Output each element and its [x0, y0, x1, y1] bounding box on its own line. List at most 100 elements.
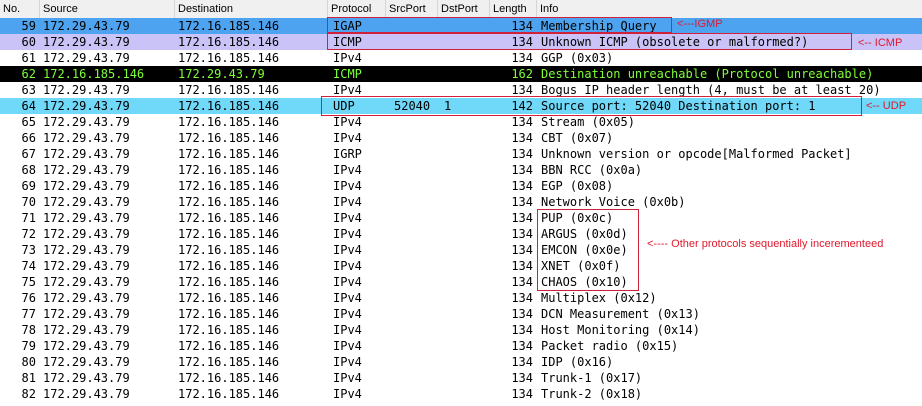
packet-length: 134	[511, 307, 533, 321]
packet-length: 134	[511, 339, 533, 353]
packet-number: 65	[21, 115, 36, 129]
packet-protocol: IPv4	[333, 179, 362, 193]
packet-destination: 172.16.185.146	[178, 323, 280, 337]
packet-number: 74	[21, 259, 36, 273]
packet-protocol: IPv4	[333, 371, 362, 385]
packet-row[interactable]: 78 172.29.43.79 172.16.185.146 IPv4 134 Host …	[0, 322, 922, 338]
packet-number: 78	[21, 323, 36, 337]
packet-protocol: IPv4	[333, 195, 362, 209]
packet-destination: 172.16.185.146	[178, 355, 280, 369]
packet-row[interactable]: 74 172.29.43.79 172.16.185.146 IPv4 134 XNET …	[0, 258, 922, 274]
packet-row[interactable]: 76 172.29.43.79 172.16.185.146 IPv4 134 Multi…	[0, 290, 922, 306]
packet-row[interactable]: 70 172.29.43.79 172.16.185.146 IPv4 134 Netwo…	[0, 194, 922, 210]
packet-row[interactable]: 62 172.16.185.146 172.29.43.79 ICMP 162 Desti…	[0, 66, 922, 82]
packet-info: Stream (0x05)	[541, 115, 635, 129]
packet-source: 172.29.43.79	[43, 243, 130, 257]
packet-destination: 172.16.185.146	[178, 163, 280, 177]
packet-protocol: IPv4	[333, 227, 362, 241]
packet-number: 75	[21, 275, 36, 289]
column-header-info[interactable]: Info	[537, 0, 922, 18]
packet-destination: 172.16.185.146	[178, 227, 280, 241]
column-header-length[interactable]: Length	[490, 0, 537, 18]
icmp-annotation: <-- ICMP	[858, 37, 903, 49]
packet-row[interactable]: 61 172.29.43.79 172.16.185.146 IPv4 134 GGP (…	[0, 50, 922, 66]
packet-row[interactable]: 66 172.29.43.79 172.16.185.146 IPv4 134 CBT (…	[0, 130, 922, 146]
packet-info: BBN RCC (0x0a)	[541, 163, 643, 177]
packet-length: 134	[511, 259, 533, 273]
packet-row[interactable]: 65 172.29.43.79 172.16.185.146 IPv4 134 Strea…	[0, 114, 922, 130]
packet-number: 81	[21, 371, 36, 385]
packet-row[interactable]: 69 172.29.43.79 172.16.185.146 IPv4 134 EGP (…	[0, 178, 922, 194]
other-protocols-annotation: <---- Other protocols sequentially incer…	[647, 238, 884, 250]
packet-info: Host Monitoring (0x14)	[541, 323, 700, 337]
packet-row[interactable]: 71 172.29.43.79 172.16.185.146 IPv4 134 PUP (…	[0, 210, 922, 226]
packet-length: 134	[511, 291, 533, 305]
packet-row[interactable]: 81 172.29.43.79 172.16.185.146 IPv4 134 Trunk…	[0, 370, 922, 386]
column-header-dstport[interactable]: DstPort	[438, 0, 490, 18]
column-header-no[interactable]: No.	[0, 0, 40, 18]
packet-info: GGP (0x03)	[541, 51, 614, 65]
packet-row[interactable]: 68 172.29.43.79 172.16.185.146 IPv4 134 BBN R…	[0, 162, 922, 178]
packet-number: 77	[21, 307, 36, 321]
packet-number: 63	[21, 83, 36, 97]
packet-row[interactable]: 77 172.29.43.79 172.16.185.146 IPv4 134 DCN M…	[0, 306, 922, 322]
packet-number: 60	[21, 35, 36, 49]
packet-destination: 172.16.185.146	[178, 371, 280, 385]
packet-info: Trunk-2 (0x18)	[541, 387, 643, 401]
packet-length: 134	[511, 243, 533, 257]
packet-source: 172.29.43.79	[43, 323, 130, 337]
igmp-annotation: <---IGMP	[677, 18, 723, 30]
packet-destination: 172.16.185.146	[178, 115, 280, 129]
packet-protocol: IPv4	[333, 115, 362, 129]
packet-row[interactable]: 82 172.29.43.79 172.16.185.146 IPv4 134 Trunk…	[0, 386, 922, 402]
packet-number: 80	[21, 355, 36, 369]
packet-length: 134	[511, 323, 533, 337]
column-header-protocol[interactable]: Protocol	[328, 0, 386, 18]
packet-list: 59 172.29.43.79 172.16.185.146 IGAP 134 Membe…	[0, 18, 922, 402]
packet-source: 172.29.43.79	[43, 307, 130, 321]
packet-protocol: IPv4	[333, 387, 362, 401]
packet-row[interactable]: 67 172.29.43.79 172.16.185.146 IGRP 134 Unkno…	[0, 146, 922, 162]
packet-length: 162	[511, 67, 533, 81]
packet-length: 134	[511, 179, 533, 193]
packet-length: 134	[511, 227, 533, 241]
packet-number: 82	[21, 387, 36, 401]
packet-row[interactable]: 80 172.29.43.79 172.16.185.146 IPv4 134 IDP (…	[0, 354, 922, 370]
packet-row[interactable]: 79 172.29.43.79 172.16.185.146 IPv4 134 Packe…	[0, 338, 922, 354]
packet-destination: 172.16.185.146	[178, 243, 280, 257]
packet-info: Network Voice (0x0b)	[541, 195, 686, 209]
packet-destination: 172.29.43.79	[178, 67, 265, 81]
packet-number: 59	[21, 19, 36, 33]
packet-protocol: IPv4	[333, 243, 362, 257]
packet-source: 172.16.185.146	[43, 67, 145, 81]
packet-number: 71	[21, 211, 36, 225]
packet-source: 172.29.43.79	[43, 339, 130, 353]
packet-number: 61	[21, 51, 36, 65]
packet-destination: 172.16.185.146	[178, 51, 280, 65]
packet-protocol: IPv4	[333, 323, 362, 337]
packet-info: Destination unreachable (Protocol unreac…	[541, 67, 874, 81]
column-header-destination[interactable]: Destination	[175, 0, 328, 18]
packet-row[interactable]: 75 172.29.43.79 172.16.185.146 IPv4 134 CHAOS…	[0, 274, 922, 290]
column-header-srcport[interactable]: SrcPort	[386, 0, 438, 18]
packet-source: 172.29.43.79	[43, 195, 130, 209]
packet-length: 134	[511, 131, 533, 145]
packet-length: 134	[511, 371, 533, 385]
packet-info: Unknown version or opcode[Malformed Pack…	[541, 147, 852, 161]
packet-source: 172.29.43.79	[43, 35, 130, 49]
column-header-source[interactable]: Source	[40, 0, 175, 18]
packet-source: 172.29.43.79	[43, 163, 130, 177]
packet-length: 134	[511, 147, 533, 161]
packet-length: 134	[511, 211, 533, 225]
packet-info: EGP (0x08)	[541, 179, 614, 193]
packet-protocol: IPv4	[333, 291, 362, 305]
packet-number: 62	[21, 67, 36, 81]
packet-destination: 172.16.185.146	[178, 99, 280, 113]
packet-info: Trunk-1 (0x17)	[541, 371, 643, 385]
packet-protocol: IGRP	[333, 147, 362, 161]
packet-source: 172.29.43.79	[43, 259, 130, 273]
packet-length: 134	[511, 195, 533, 209]
packet-length: 134	[511, 51, 533, 65]
packet-protocol: ICMP	[333, 67, 362, 81]
packet-source: 172.29.43.79	[43, 131, 130, 145]
